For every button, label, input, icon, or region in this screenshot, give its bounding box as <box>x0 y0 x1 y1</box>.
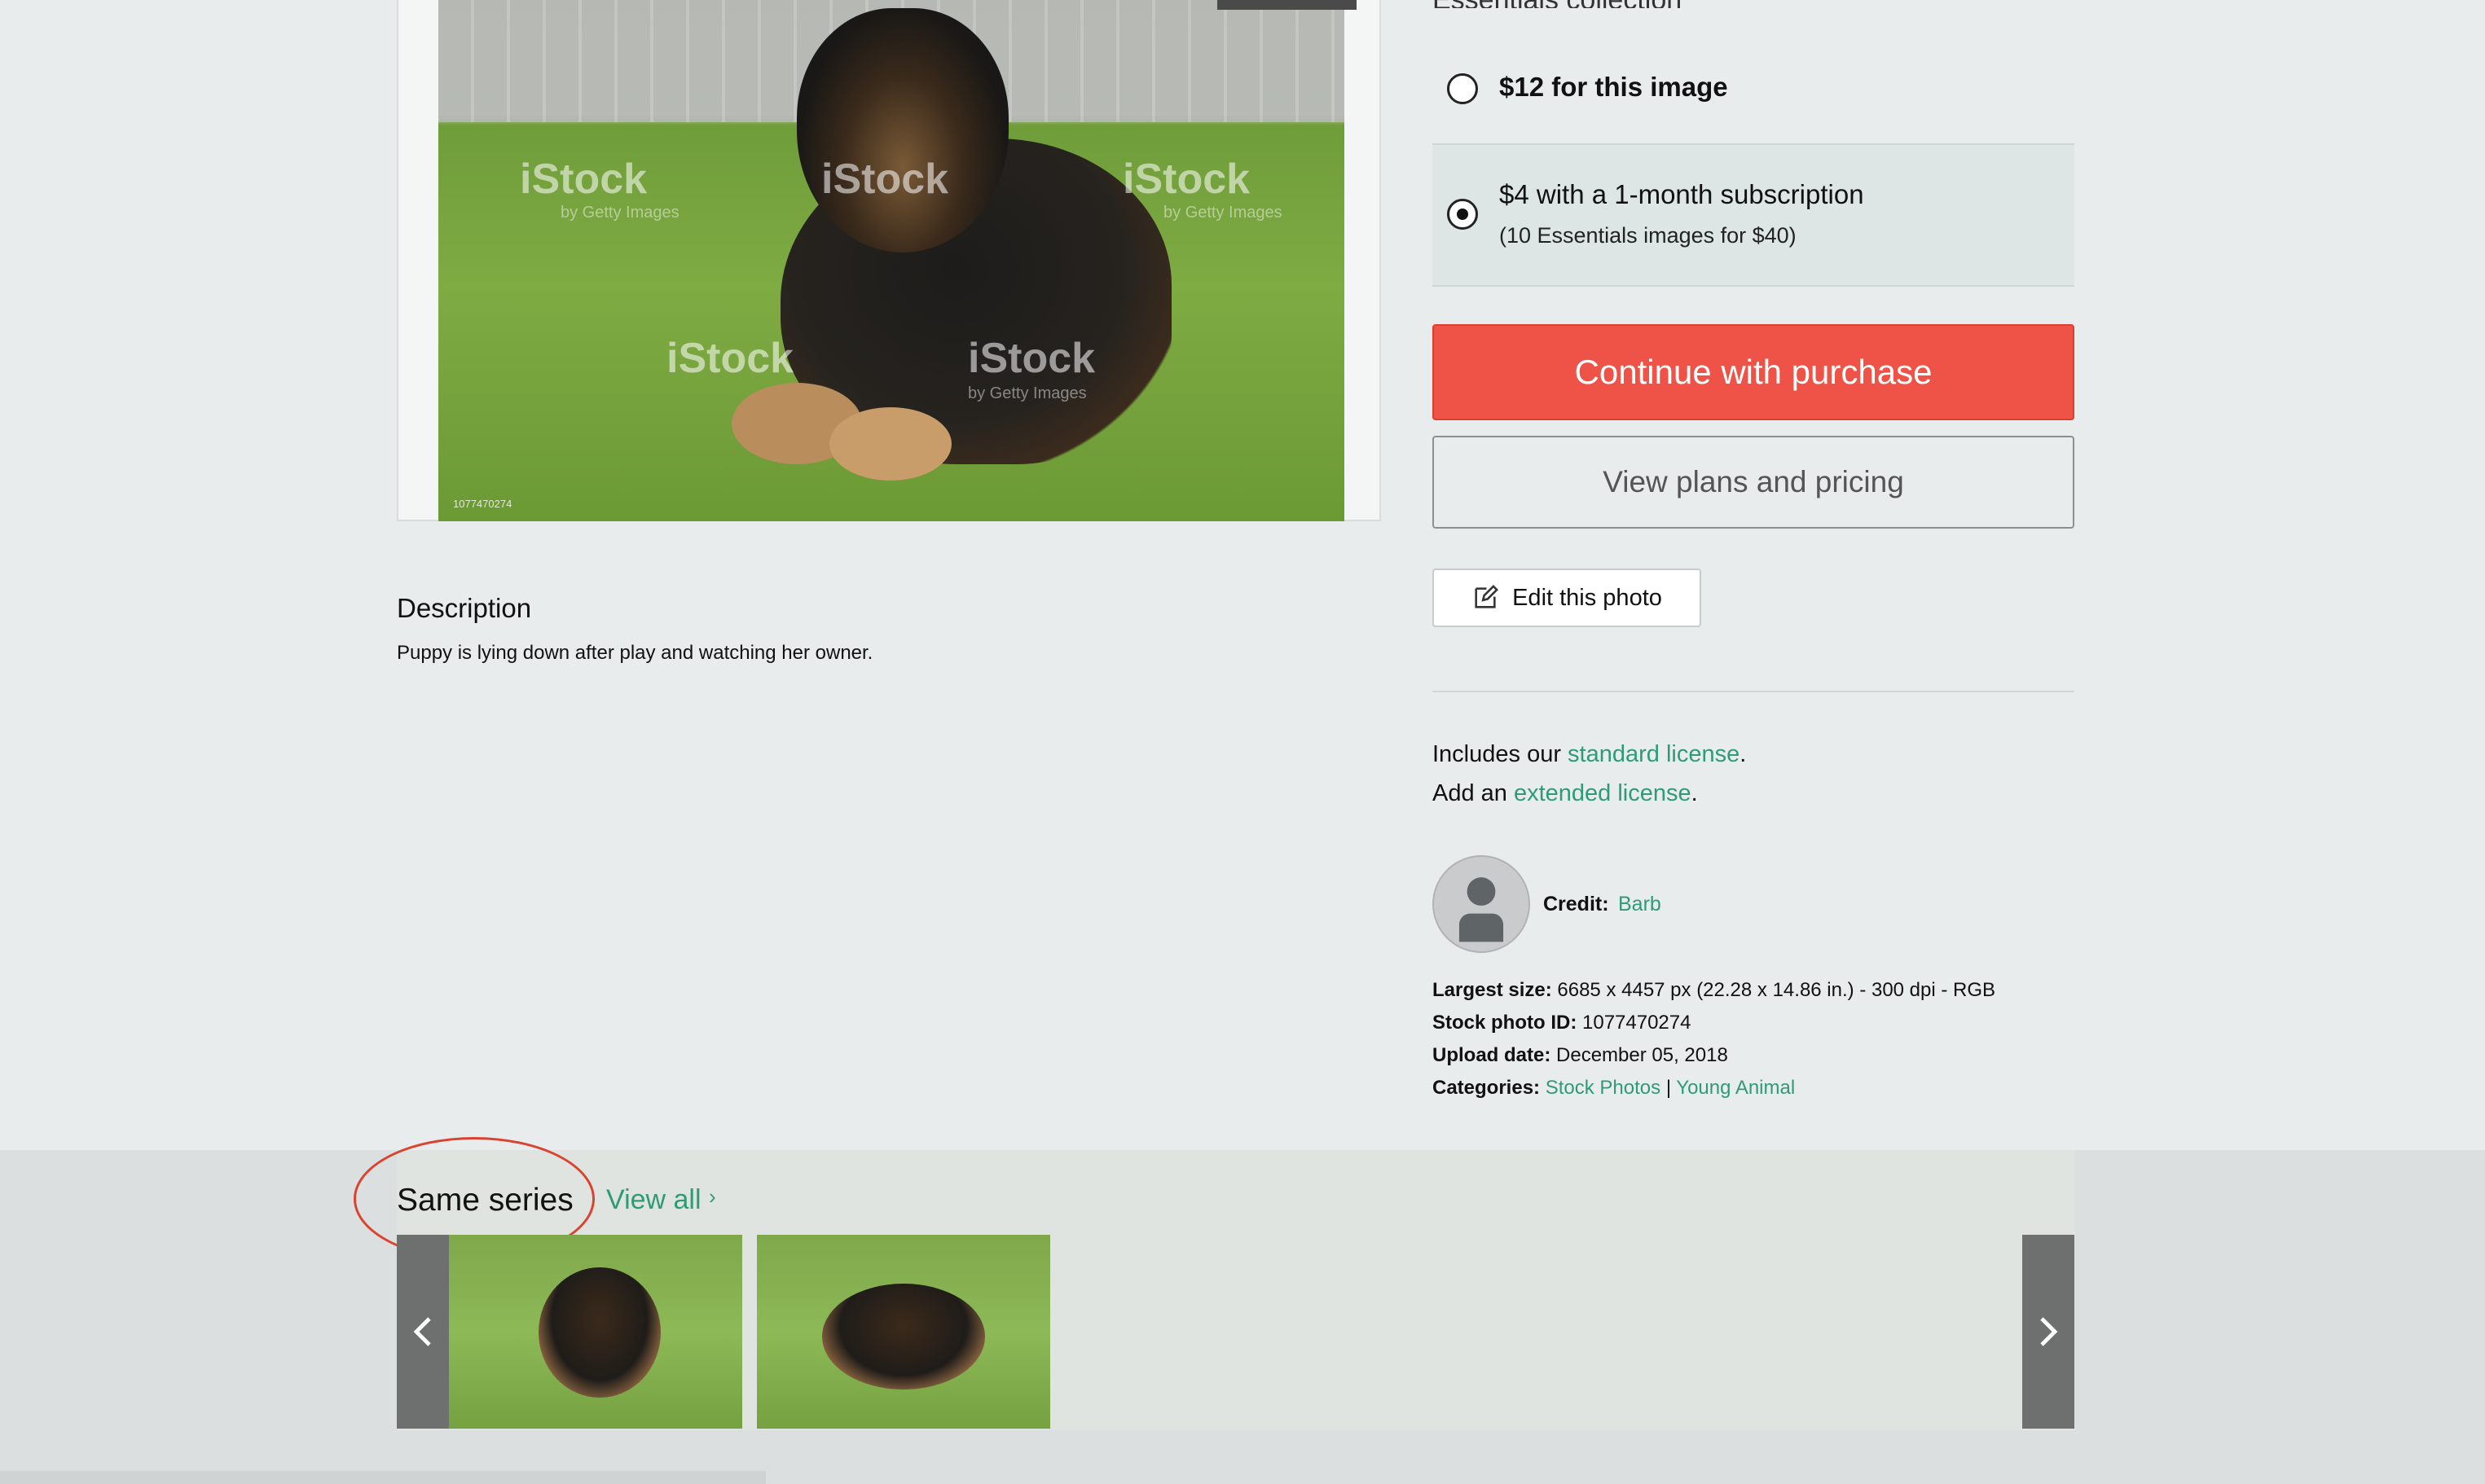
photo-id-overlay: 1077470274 <box>453 498 512 510</box>
chevron-left-icon <box>413 1317 431 1346</box>
edit-icon <box>1475 585 1499 608</box>
avatar[interactable] <box>1432 855 1530 953</box>
divider <box>1432 691 2074 692</box>
watermark-sub: by Getty Images <box>561 204 680 222</box>
bottom-strip <box>0 1471 766 1484</box>
price-option-label: $12 for this image <box>1499 72 1728 102</box>
carousel-next-button[interactable] <box>2022 1235 2074 1429</box>
price-option-label: $4 with a 1-month subscription <box>1499 179 1864 209</box>
credit-name-link[interactable]: Barb <box>1618 893 1661 916</box>
credit-label: Credit: <box>1543 893 1609 915</box>
carousel-prev-button[interactable] <box>397 1235 449 1429</box>
watermark: iStock <box>821 156 949 203</box>
thumbnail-puppy <box>539 1267 661 1398</box>
puppy-head <box>797 8 1009 252</box>
collection-heading-partial: Essentials collection <box>1432 0 1742 8</box>
description-title: Description <box>397 593 532 623</box>
extended-license-link[interactable]: extended license <box>1514 780 1691 806</box>
chevron-right-icon: › <box>709 1184 716 1209</box>
watermark-sub: by Getty Images <box>1163 204 1282 222</box>
edit-photo-button[interactable]: Edit this photo <box>1432 569 1701 627</box>
price-option-subscription[interactable]: $4 with a 1-month subscription (10 Essen… <box>1432 143 2074 287</box>
thumbnail-puppy <box>822 1284 985 1390</box>
category-link[interactable]: Young Animal <box>1676 1077 1795 1099</box>
price-option-single[interactable]: $12 for this image <box>1432 46 2074 134</box>
radio-single[interactable] <box>1447 73 1478 104</box>
meta-upload-date: Upload date: December 05, 2018 <box>1432 1044 1728 1066</box>
watermark-sub: by Getty Images <box>968 384 1087 402</box>
series-thumbnail[interactable] <box>757 1235 1050 1429</box>
meta-largest-size: Largest size: 6685 x 4457 px (22.28 x 14… <box>1432 979 1996 1001</box>
watermark: iStock <box>666 335 794 382</box>
main-photo[interactable]: iStock by Getty Images iStock iStock by … <box>438 0 1344 521</box>
license-line-extended: Add an extended license. <box>1432 780 1698 806</box>
meta-categories: Categories: Stock Photos | Young Animal <box>1432 1077 1796 1099</box>
license-line-standard: Includes our standard license. <box>1432 741 1747 767</box>
view-all-link[interactable]: View all › <box>606 1184 716 1216</box>
continue-purchase-button[interactable]: Continue with purchase <box>1432 324 2074 420</box>
meta-stock-id: Stock photo ID: 1077470274 <box>1432 1012 1691 1034</box>
photo-toolbar-tab[interactable] <box>1217 0 1357 10</box>
watermark: iStock <box>1123 156 1251 203</box>
category-link[interactable]: Stock Photos <box>1546 1077 1660 1099</box>
series-thumbnail[interactable] <box>449 1235 742 1429</box>
description-text: Puppy is lying down after play and watch… <box>397 642 873 664</box>
standard-license-link[interactable]: standard license <box>1568 741 1740 767</box>
price-option-sublabel: (10 Essentials images for $40) <box>1499 223 1797 248</box>
chevron-right-icon <box>2040 1317 2058 1346</box>
watermark: iStock <box>968 335 1096 382</box>
radio-subscription[interactable] <box>1447 199 1478 230</box>
view-plans-button[interactable]: View plans and pricing <box>1432 436 2074 529</box>
person-icon <box>1458 877 1504 942</box>
watermark: iStock <box>520 156 648 203</box>
puppy-paw <box>829 407 952 481</box>
